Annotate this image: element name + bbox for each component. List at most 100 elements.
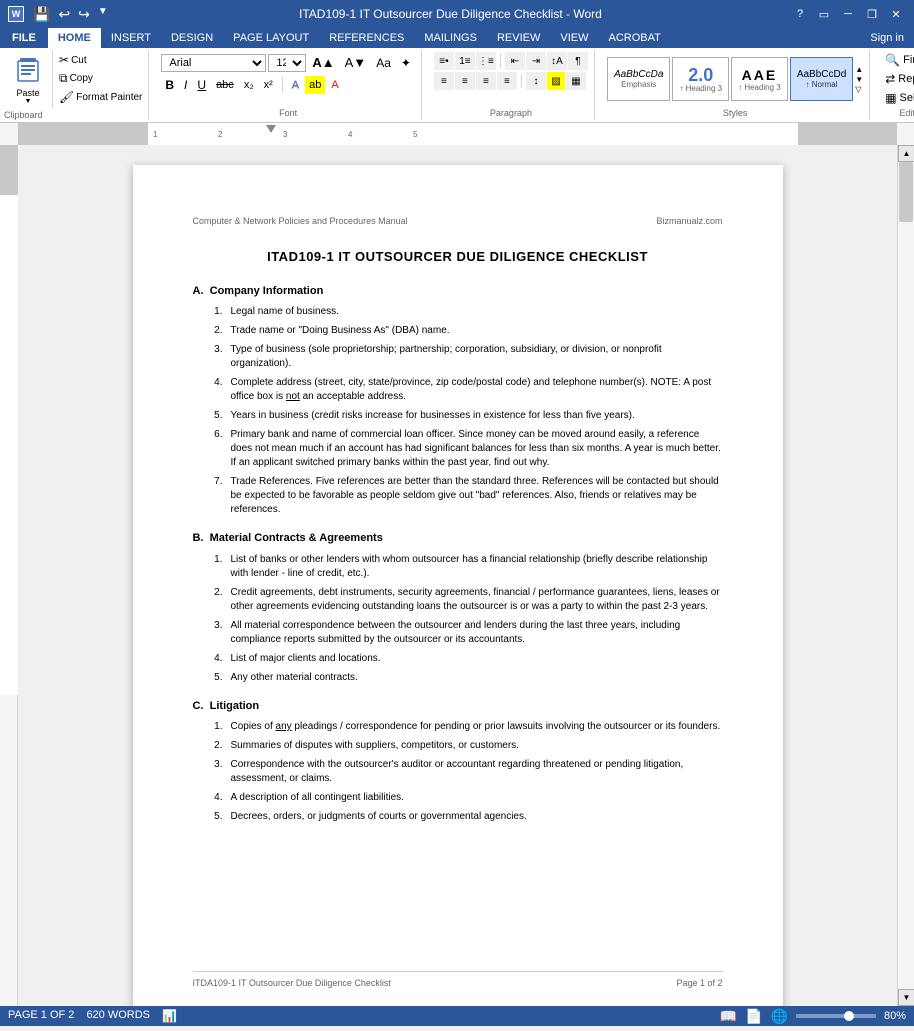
tab-page-layout[interactable]: PAGE LAYOUT xyxy=(223,28,319,48)
styles-box: AaBbCcDa Emphasis 2.0 ↑ Heading 3 AAE ↑ … xyxy=(607,57,863,101)
font-color-btn[interactable]: A xyxy=(327,76,342,94)
tab-mailings[interactable]: MAILINGS xyxy=(414,28,487,48)
decrease-font-btn[interactable]: A▼ xyxy=(341,52,371,73)
increase-font-btn[interactable]: A▲ xyxy=(308,52,338,73)
close-btn[interactable]: ✕ xyxy=(886,4,906,24)
tab-home[interactable]: HOME xyxy=(48,28,101,48)
scroll-thumb[interactable] xyxy=(899,162,913,222)
select-button[interactable]: ▦ Select ▼ xyxy=(882,90,914,106)
more-quick-btn[interactable]: ▼ xyxy=(95,6,111,23)
ruler-area: 1 2 3 4 5 xyxy=(0,123,914,145)
styles-up-btn[interactable]: ▲ xyxy=(855,65,863,74)
cut-button[interactable]: ✂ Cut xyxy=(57,52,144,68)
multilevel-list-btn[interactable]: ⋮≡ xyxy=(476,52,496,70)
undo-quick-btn[interactable]: ↩ xyxy=(55,6,73,23)
view-print-btn[interactable]: 📄 xyxy=(745,1008,762,1025)
sign-in-btn[interactable]: Sign in xyxy=(860,28,914,48)
borders-btn[interactable]: ▦ xyxy=(566,72,586,90)
superscript-button[interactable]: x² xyxy=(260,76,277,94)
bold-button[interactable]: B xyxy=(161,75,178,95)
change-case-btn[interactable]: Aa xyxy=(372,53,395,73)
style-heading3-aae[interactable]: AAE ↑ Heading 3 xyxy=(731,57,788,101)
show-formatting-btn[interactable]: ¶ xyxy=(568,52,588,70)
bullets-btn[interactable]: ≡• xyxy=(434,52,454,70)
redo-quick-btn[interactable]: ↪ xyxy=(75,6,93,23)
zoom-level: 80% xyxy=(884,1010,906,1022)
style-emphasis[interactable]: AaBbCcDa Emphasis xyxy=(607,57,670,101)
doc-stats-icon[interactable]: 📊 xyxy=(162,1009,177,1023)
format-painter-button[interactable]: 🖌 Format Painter xyxy=(57,89,144,105)
vertical-scrollbar[interactable]: ▲ ▼ xyxy=(897,145,914,1006)
highlight-btn[interactable]: ab xyxy=(305,76,325,94)
list-item: 1. List of banks or other lenders with w… xyxy=(208,553,723,581)
scroll-up-btn[interactable]: ▲ xyxy=(898,145,914,162)
underline-button[interactable]: U xyxy=(193,75,210,95)
save-quick-btn[interactable]: 💾 xyxy=(30,6,53,23)
find-button[interactable]: 🔍 Find ▼ xyxy=(882,52,914,68)
style-normal[interactable]: AaBbCcDd ↑ Normal xyxy=(790,57,853,101)
list-item: 3. All material correspondence between t… xyxy=(208,619,723,647)
shading-btn[interactable]: ▨ xyxy=(547,72,565,90)
tab-insert[interactable]: INSERT xyxy=(101,28,161,48)
justify-btn[interactable]: ≡ xyxy=(497,72,517,90)
font-family-select[interactable]: Arial xyxy=(161,54,266,72)
tab-acrobat[interactable]: ACROBAT xyxy=(598,28,670,48)
styles-expand-btn[interactable]: ▽ xyxy=(855,85,863,94)
list-item: 6. Primary bank and name of commercial l… xyxy=(208,428,723,470)
increase-indent-btn[interactable]: ⇥ xyxy=(526,52,546,70)
view-read-btn[interactable]: 📖 xyxy=(720,1008,737,1025)
sort-btn[interactable]: ↕A xyxy=(547,52,567,70)
section-c-heading: C. Litigation xyxy=(193,699,723,714)
view-web-btn[interactable]: 🌐 xyxy=(771,1008,788,1025)
page-count: PAGE 1 OF 2 xyxy=(8,1009,74,1023)
ribbon-toggle-btn[interactable]: ▭ xyxy=(814,4,834,24)
font-row1: Arial 12 A▲ A▼ Aa ✦ xyxy=(161,52,415,73)
ruler-corner xyxy=(0,123,18,145)
help-btn[interactable]: ? xyxy=(790,4,810,24)
zoom-thumb[interactable] xyxy=(844,1011,854,1021)
text-effect-btn[interactable]: A xyxy=(288,76,303,94)
minimize-btn[interactable]: ─ xyxy=(838,4,858,24)
list-item: 4. A description of all contingent liabi… xyxy=(208,791,723,805)
clear-formatting-btn[interactable]: ✦ xyxy=(397,53,415,73)
page-header: Computer & Network Policies and Procedur… xyxy=(193,215,723,228)
list-item: 2. Credit agreements, debt instruments, … xyxy=(208,586,723,614)
numbering-btn[interactable]: 1≡ xyxy=(455,52,475,70)
tab-view[interactable]: VIEW xyxy=(550,28,598,48)
italic-button[interactable]: I xyxy=(180,75,191,95)
main-area: Computer & Network Policies and Procedur… xyxy=(0,145,914,1006)
replace-button[interactable]: ⇄ Replace xyxy=(882,71,914,87)
paste-dropdown-icon[interactable]: ▼ xyxy=(25,98,32,105)
paragraph-row1: ≡• 1≡ ⋮≡ ⇤ ⇥ ↕A ¶ xyxy=(434,52,588,70)
tab-review[interactable]: REVIEW xyxy=(487,28,550,48)
tab-design[interactable]: DESIGN xyxy=(161,28,223,48)
clipboard-sub: ✂ Cut ⧉ Copy 🖌 Format Painter xyxy=(53,50,148,108)
paragraph-row2: ≡ ≡ ≡ ≡ ↕ ▨ ▦ xyxy=(434,72,586,90)
styles-down-btn[interactable]: ▼ xyxy=(855,75,863,84)
scroll-down-btn[interactable]: ▼ xyxy=(898,989,914,1006)
align-center-btn[interactable]: ≡ xyxy=(455,72,475,90)
style-heading3-20[interactable]: 2.0 ↑ Heading 3 xyxy=(672,57,729,101)
window-controls: ? ▭ ─ ❐ ✕ xyxy=(790,4,906,24)
scroll-track[interactable] xyxy=(898,162,914,989)
paragraph-label: Paragraph xyxy=(490,106,532,118)
paste-button[interactable]: Paste ▼ xyxy=(4,50,53,108)
zoom-slider[interactable] xyxy=(796,1014,876,1018)
line-spacing-btn[interactable]: ↕ xyxy=(526,72,546,90)
align-left-btn[interactable]: ≡ xyxy=(434,72,454,90)
footer-left: ITDA109-1 IT Outsourcer Due Diligence Ch… xyxy=(193,977,391,990)
align-right-btn[interactable]: ≡ xyxy=(476,72,496,90)
tab-references[interactable]: REFERENCES xyxy=(319,28,414,48)
file-tab[interactable]: FILE xyxy=(0,28,48,48)
copy-button[interactable]: ⧉ Copy xyxy=(57,70,144,87)
font-group: Arial 12 A▲ A▼ Aa ✦ B I U abc x₂ x² A ab xyxy=(155,50,422,120)
paste-label: Paste xyxy=(16,88,39,98)
strikethrough-button[interactable]: abc xyxy=(212,76,238,94)
subscript-button[interactable]: x₂ xyxy=(240,76,258,94)
indent-marker[interactable] xyxy=(266,125,276,133)
quick-access-toolbar: 💾 ↩ ↪ ▼ xyxy=(30,6,111,23)
font-size-select[interactable]: 12 xyxy=(268,54,306,72)
document-area[interactable]: Computer & Network Policies and Procedur… xyxy=(18,145,897,1006)
restore-btn[interactable]: ❐ xyxy=(862,4,882,24)
decrease-indent-btn[interactable]: ⇤ xyxy=(505,52,525,70)
